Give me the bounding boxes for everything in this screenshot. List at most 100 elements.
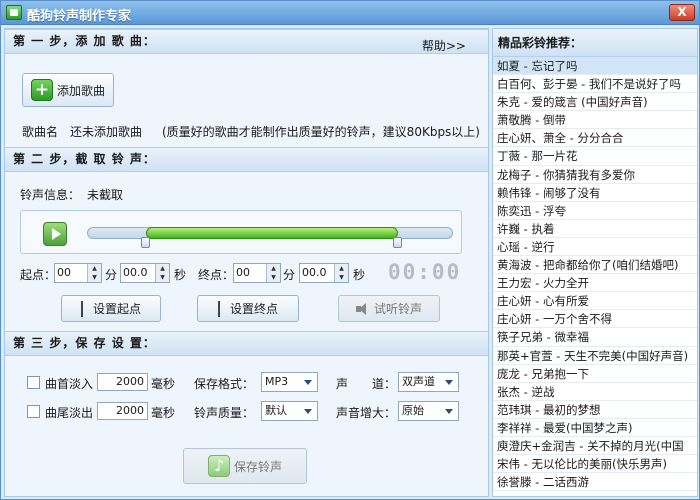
set-end-label: 设置终点	[229, 302, 278, 316]
start-second-unit: 秒	[174, 268, 187, 282]
fade-out-label: 曲尾淡出	[45, 406, 94, 420]
song-list-item[interactable]: 庾澄庆+金润吉 - 关不掉的月光(中国	[493, 437, 697, 456]
song-list-item[interactable]: 那英+官萱 - 天生不完美(中国好声音)	[493, 347, 697, 365]
end-label: 终点：	[198, 268, 235, 282]
format-value: MP3	[265, 375, 289, 388]
window-title: 酷狗铃声制作专家	[27, 9, 132, 24]
end-minute-unit: 分	[283, 268, 296, 282]
song-list-item[interactable]: 赖伟锋 - 闹够了没有	[493, 184, 697, 202]
song-list-item[interactable]: 张杰 - 逆战	[493, 383, 697, 401]
song-list-item[interactable]: 龙梅子 - 你猜猜我有多爱你	[493, 166, 697, 184]
waveform-track	[20, 210, 462, 254]
spinner-arrows-icon[interactable]: ▲ ▼	[87, 264, 101, 282]
song-list-item[interactable]: 如夏 - 忘记了吗	[493, 57, 697, 76]
chevron-down-icon[interactable]	[442, 376, 456, 388]
chevron-down-icon[interactable]	[301, 405, 315, 417]
start-second-spinner[interactable]: 00.0 ▲ ▼	[120, 263, 170, 283]
time-display: 00:00	[388, 260, 462, 284]
start-minute-spinner[interactable]: 00 ▲ ▼	[54, 263, 102, 283]
channel-value: 双声道	[402, 375, 435, 388]
channel-select[interactable]: 双声道	[398, 372, 459, 392]
fade-out-input[interactable]: 2000	[97, 402, 148, 420]
gain-value: 原始	[402, 404, 424, 417]
song-list-item[interactable]: 许巍 - 执着	[493, 220, 697, 238]
ringtone-info-value: 未截取	[87, 188, 124, 202]
song-list-item[interactable]: 范玮琪 - 最初的梦想	[493, 401, 697, 419]
end-second-value: 00.0	[302, 266, 327, 279]
song-list-item[interactable]: 心瑶 - 逆行	[493, 238, 697, 257]
fade-out-unit: 毫秒	[151, 406, 176, 420]
fade-in-unit: 毫秒	[151, 377, 176, 391]
start-second-value: 00.0	[123, 266, 148, 279]
recommended-title: 精品彩铃推荐：	[493, 29, 697, 57]
ibeam-icon	[217, 300, 226, 317]
channel-label: 声 道：	[336, 377, 397, 391]
title-bar[interactable]: 酷狗铃声制作专家 X	[1, 1, 699, 25]
ibeam-icon	[80, 300, 89, 317]
song-list-item[interactable]: 庄心妍 - 一万个舍不得	[493, 310, 697, 329]
play-button[interactable]	[43, 222, 67, 246]
song-list-item[interactable]: 黄海波 - 把命都给你了(咱们结婚吧)	[493, 256, 697, 275]
step1-title: 第 一 步，添 加 歌 曲：	[13, 34, 156, 48]
song-list-item[interactable]: 王力宏 - 火力全开	[493, 274, 697, 293]
end-handle[interactable]	[393, 237, 403, 248]
step2-title: 第 二 步，截 取 铃 声：	[13, 152, 156, 166]
main-panel: 第 一 步，添 加 歌 曲： 帮助>> + 添加歌曲 歌曲名 还未添加歌曲 (质…	[4, 28, 489, 497]
fade-in-checkbox[interactable]	[27, 376, 40, 389]
range-slider-selection[interactable]	[145, 227, 399, 239]
close-button[interactable]: X	[669, 4, 695, 21]
step3-header: 第 三 步，保 存 设 置：	[5, 331, 488, 356]
song-name-label: 歌曲名	[22, 125, 59, 139]
song-list-item[interactable]: 萧敬腾 - 倒带	[493, 111, 697, 130]
set-end-button[interactable]: 设置终点	[197, 295, 299, 322]
end-minute-spinner[interactable]: 00 ▲ ▼	[233, 263, 281, 283]
help-link[interactable]: 帮助>>	[422, 35, 466, 58]
format-select[interactable]: MP3	[261, 372, 318, 392]
start-minute-value: 00	[57, 266, 71, 279]
chevron-down-icon[interactable]	[442, 405, 456, 417]
song-list-item[interactable]: 丁薇 - 那一片花	[493, 147, 697, 166]
save-ringtone-button[interactable]: 保存铃声	[183, 448, 307, 484]
spinner-arrows-icon[interactable]: ▲ ▼	[334, 264, 348, 282]
song-list-item[interactable]: 白百何、彭于晏 - 我们不是说好了吗	[493, 75, 697, 94]
recommended-ringtones-panel: 精品彩铃推荐： 如夏 - 忘记了吗 白百何、彭于晏 - 我们不是说好了吗 朱克 - …	[492, 28, 698, 497]
add-song-button[interactable]: + 添加歌曲	[22, 73, 114, 107]
ringtone-info-label: 铃声信息：	[20, 188, 81, 202]
set-start-button[interactable]: 设置起点	[61, 295, 161, 322]
preview-button[interactable]: 试听铃声	[338, 295, 440, 322]
app-logo-icon	[6, 5, 22, 20]
set-start-label: 设置起点	[92, 302, 141, 316]
step2-header: 第 二 步，截 取 铃 声：	[5, 147, 488, 172]
format-label: 保存格式：	[194, 377, 255, 391]
song-list-item[interactable]: 庄心妍 - 心有所爱	[493, 292, 697, 311]
song-list-item[interactable]: 徐誉滕 - 二话西游	[493, 473, 697, 492]
quality-value: 默认	[265, 404, 287, 417]
song-list-item[interactable]: 朱克 - 爱的箴言 (中国好声音)	[493, 93, 697, 112]
add-song-label: 添加歌曲	[56, 83, 105, 98]
spinner-arrows-icon[interactable]: ▲ ▼	[266, 264, 280, 282]
song-list-item[interactable]: 庄心妍、萧全 - 分分合合	[493, 129, 697, 148]
start-label: 起点：	[20, 268, 57, 282]
end-second-spinner[interactable]: 00.0 ▲ ▼	[299, 263, 349, 283]
quality-select[interactable]: 默认	[261, 401, 318, 421]
chevron-down-icon[interactable]	[301, 376, 315, 388]
plus-icon: +	[30, 79, 53, 101]
fade-in-input[interactable]: 2000	[97, 373, 148, 391]
start-handle[interactable]	[140, 237, 150, 248]
quality-hint: (质量好的歌曲才能制作出质量好的铃声，建议80Kbps以上)	[162, 125, 480, 139]
song-list-item[interactable]: 陈奕迅 - 浮夸	[493, 202, 697, 220]
music-note-icon	[207, 455, 230, 477]
fade-out-checkbox[interactable]	[27, 405, 40, 418]
song-list-item[interactable]: 庞龙 - 兄弟抱一下	[493, 365, 697, 383]
song-list-item[interactable]: 李祥祥 - 最爱(中国梦之声)	[493, 419, 697, 437]
step3-title: 第 三 步，保 存 设 置：	[13, 336, 156, 350]
gain-select[interactable]: 原始	[398, 401, 459, 421]
quality-label: 铃声质量：	[194, 406, 255, 420]
save-ringtone-label: 保存铃声	[233, 459, 282, 474]
gain-label: 声音增大：	[336, 406, 397, 420]
song-list-item[interactable]: 筷子兄弟 - 微幸福	[493, 328, 697, 347]
spinner-arrows-icon[interactable]: ▲ ▼	[155, 264, 169, 282]
step1-header: 第 一 步，添 加 歌 曲： 帮助>>	[5, 29, 488, 54]
end-minute-value: 00	[236, 266, 250, 279]
song-list-item[interactable]: 宋伟 - 无以伦比的美丽(快乐男声)	[493, 455, 697, 474]
